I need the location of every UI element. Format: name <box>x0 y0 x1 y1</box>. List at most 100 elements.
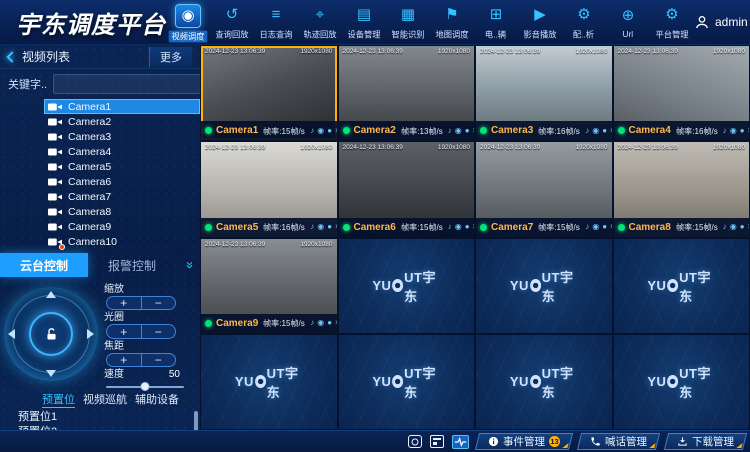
snapshot-icon[interactable]: ◉ <box>455 222 462 232</box>
close-icon[interactable]: × <box>473 222 474 232</box>
empty-cell[interactable]: YUUT宇东 <box>614 239 750 333</box>
camera-list-item[interactable]: Camera3 <box>44 129 200 144</box>
broadcast-mgmt-button[interactable]: 喊话管理 <box>577 433 660 450</box>
cruise-link[interactable]: 视频巡航 <box>83 391 127 407</box>
slider-thumb[interactable] <box>141 382 150 391</box>
video-cell-camera4[interactable]: 2024-12-23 13:06:39 1920x1080 Camera4 帧率… <box>614 46 750 140</box>
record-icon[interactable]: ● <box>327 126 332 136</box>
nav-item-video-dispatch[interactable]: ◉ 视频调度 <box>166 2 210 43</box>
zoom-plus-button[interactable]: + <box>107 297 142 309</box>
ptz-up-icon[interactable] <box>46 291 56 298</box>
nav-item-log-query[interactable]: ≡ 日志查询 <box>254 4 298 41</box>
snapshot-icon[interactable]: ◉ <box>592 222 599 232</box>
snapshot-icon[interactable]: ◉ <box>317 318 324 328</box>
close-icon[interactable]: × <box>748 126 749 136</box>
ptz-down-icon[interactable] <box>46 370 56 377</box>
ptz-lock-button[interactable] <box>29 312 73 356</box>
audio-icon[interactable]: ♪ <box>310 126 314 136</box>
focus-plus-button[interactable]: + <box>107 354 142 366</box>
record-icon[interactable]: ● <box>327 318 332 328</box>
video-cell-camera9[interactable]: 2024-12-23 13:06:39 1920x1080 Camera9 帧率… <box>201 239 337 333</box>
camera-list-item[interactable]: Camera2 <box>44 114 200 129</box>
nav-item-url[interactable]: ⊕ Url <box>606 5 650 39</box>
record-icon[interactable]: ● <box>602 222 607 232</box>
nav-item-config-analysis[interactable]: ⚙ 配..析 <box>562 4 606 41</box>
ptz-joystick[interactable] <box>4 287 98 381</box>
nav-item-map-dispatch[interactable]: ⚑ 地图调度 <box>430 4 474 41</box>
preset-item[interactable]: 预置位1 <box>18 410 200 425</box>
snapshot-icon[interactable]: ◉ <box>730 126 737 136</box>
snapshot-icon[interactable]: ◉ <box>730 222 737 232</box>
layout-icon[interactable] <box>430 435 444 448</box>
record-icon[interactable]: ● <box>740 222 745 232</box>
camera-list-item[interactable]: Camera8 <box>44 204 200 219</box>
more-link[interactable]: 更多 <box>149 47 192 67</box>
nav-item-platform-mgmt[interactable]: ⚙ 平台管理 <box>650 4 694 41</box>
video-cell-camera8[interactable]: 2024-12-23 13:06:39 1920x1080 Camera8 帧率… <box>614 142 750 236</box>
nav-item-device-mgmt[interactable]: ▤ 设备管理 <box>342 4 386 41</box>
close-icon[interactable]: × <box>748 222 749 232</box>
audio-icon[interactable]: ♪ <box>585 126 589 136</box>
monitor-pulse-icon[interactable] <box>452 435 469 449</box>
empty-cell[interactable]: YUUT宇东 <box>614 335 750 429</box>
nav-item-query-playback[interactable]: ↺ 查询回放 <box>210 4 254 41</box>
snapshot-icon[interactable]: ◉ <box>317 222 324 232</box>
close-icon[interactable]: × <box>335 126 336 136</box>
event-mgmt-button[interactable]: 事件管理 13 <box>475 433 573 450</box>
video-cell-camera3[interactable]: 2024-12-23 13:06:39 1920x1080 Camera3 帧率… <box>476 46 612 140</box>
ptz-left-icon[interactable] <box>8 329 15 339</box>
nav-item-ai-recognition[interactable]: ▦ 智能识别 <box>386 4 430 41</box>
video-cell-camera2[interactable]: 2024-12-23 13:06:39 1920x1080 Camera2 帧率… <box>339 46 475 140</box>
close-icon[interactable]: × <box>473 126 474 136</box>
aux-device-link[interactable]: 辅助设备 <box>135 391 179 407</box>
audio-icon[interactable]: ♪ <box>723 222 727 232</box>
scrollbar-thumb[interactable] <box>194 411 198 430</box>
nav-item-vehicle[interactable]: ⊞ 电..辆 <box>474 4 518 41</box>
speed-slider[interactable] <box>106 382 184 391</box>
tab-ptz-control[interactable]: 云台控制 <box>0 253 88 277</box>
audio-icon[interactable]: ♪ <box>585 222 589 232</box>
close-icon[interactable]: × <box>610 126 611 136</box>
record-icon[interactable]: ● <box>602 126 607 136</box>
camera-list-item[interactable]: Camera5 <box>44 159 200 174</box>
audio-icon[interactable]: ♪ <box>310 222 314 232</box>
camera-list-item[interactable]: Camera9 <box>44 219 200 234</box>
camera-list-item[interactable]: Camera7 <box>44 189 200 204</box>
keyword-input[interactable] <box>53 74 200 94</box>
download-mgmt-button[interactable]: 下载管理 <box>664 433 747 450</box>
zoom-minus-button[interactable]: − <box>142 297 176 309</box>
record-icon[interactable]: ● <box>465 222 470 232</box>
video-cell-camera5[interactable]: 2024-12-23 13:06:39 1920x1080 Camera5 帧率… <box>201 142 337 236</box>
empty-cell[interactable]: YUUT宇东 <box>476 335 612 429</box>
record-icon[interactable]: ● <box>327 222 332 232</box>
tab-alarm-control[interactable]: 报警控制 <box>88 253 176 277</box>
audio-icon[interactable]: ♪ <box>723 126 727 136</box>
record-icon[interactable]: ● <box>740 126 745 136</box>
snapshot-icon[interactable]: ◉ <box>592 126 599 136</box>
snapshot-icon[interactable]: ◉ <box>455 126 462 136</box>
collapse-panel-icon[interactable]: « <box>176 253 200 277</box>
empty-cell[interactable]: YUUT宇东 <box>201 335 337 429</box>
camera-list-item[interactable]: Camera1 <box>44 99 200 114</box>
nav-item-track-playback[interactable]: ⌖ 轨迹回放 <box>298 4 342 41</box>
screen-capture-icon[interactable] <box>408 435 422 448</box>
collapse-sidebar-icon[interactable] <box>6 51 17 62</box>
audio-icon[interactable]: ♪ <box>448 126 452 136</box>
empty-cell[interactable]: YUUT宇东 <box>339 239 475 333</box>
audio-icon[interactable]: ♪ <box>448 222 452 232</box>
camera-list-item[interactable]: Camera6 <box>44 174 200 189</box>
close-icon[interactable]: × <box>610 222 611 232</box>
iris-minus-button[interactable]: − <box>142 325 176 337</box>
ptz-right-icon[interactable] <box>87 329 94 339</box>
preset-link[interactable]: 预置位 <box>42 391 75 408</box>
video-cell-camera6[interactable]: 2024-12-23 13:06:39 1920x1080 Camera6 帧率… <box>339 142 475 236</box>
nav-item-media-play[interactable]: ▶ 影音播放 <box>518 4 562 41</box>
snapshot-icon[interactable]: ◉ <box>317 126 324 136</box>
record-icon[interactable]: ● <box>465 126 470 136</box>
video-cell-camera1[interactable]: 2024-12-23 13:06:39 1920x1080 Camera1 帧率… <box>201 46 337 140</box>
iris-plus-button[interactable]: + <box>107 325 142 337</box>
close-icon[interactable]: × <box>335 222 336 232</box>
audio-icon[interactable]: ♪ <box>310 318 314 328</box>
user-menu[interactable]: admin <box>694 14 748 30</box>
video-cell-camera7[interactable]: 2024-12-23 13:06:39 1920x1080 Camera7 帧率… <box>476 142 612 236</box>
